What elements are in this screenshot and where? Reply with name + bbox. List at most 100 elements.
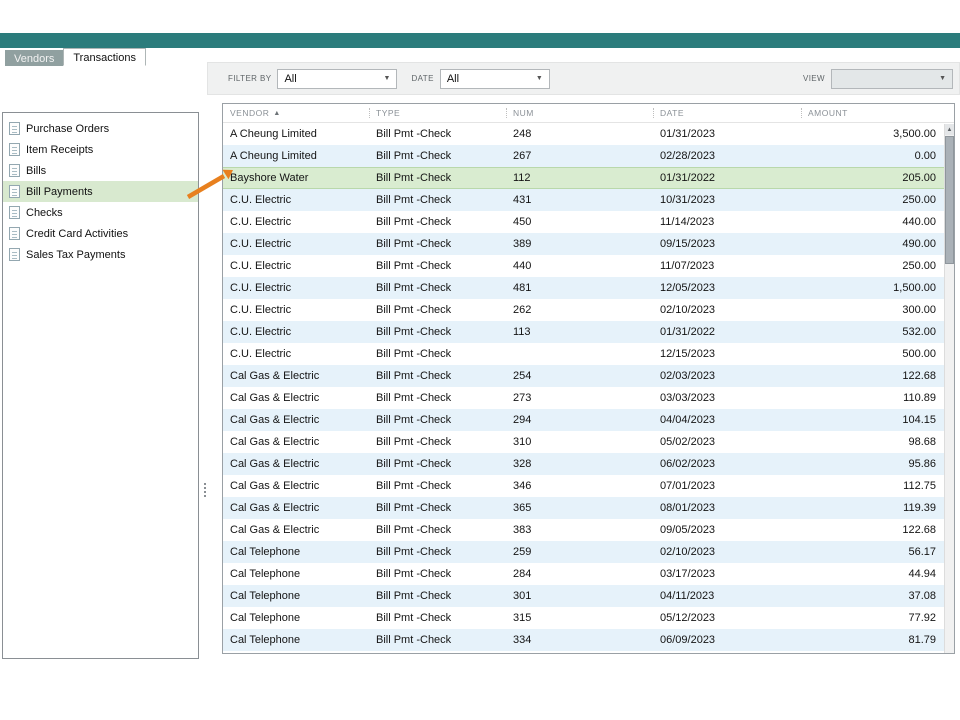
vertical-scrollbar[interactable]: ▲ bbox=[944, 124, 954, 653]
cell-num: 310 bbox=[506, 436, 653, 448]
cell-vendor: C.U. Electric bbox=[223, 238, 369, 250]
cell-date: 02/10/2023 bbox=[653, 304, 801, 316]
table-row[interactable]: C.U. ElectricBill Pmt -Check38909/15/202… bbox=[223, 233, 954, 255]
sidebar-item-checks[interactable]: Checks bbox=[3, 202, 198, 223]
cell-amount: 56.17 bbox=[801, 546, 954, 558]
cell-num: 284 bbox=[506, 568, 653, 580]
table-row[interactable]: C.U. ElectricBill Pmt -Check44011/07/202… bbox=[223, 255, 954, 277]
cell-amount: 500.00 bbox=[801, 348, 954, 360]
table-row[interactable]: Cal TelephoneBill Pmt -Check28403/17/202… bbox=[223, 563, 954, 585]
cell-date: 08/01/2023 bbox=[653, 502, 801, 514]
sidebar-item-purchase-orders[interactable]: Purchase Orders bbox=[3, 118, 198, 139]
table-row[interactable]: Cal Gas & ElectricBill Pmt -Check32806/0… bbox=[223, 453, 954, 475]
cell-type: Bill Pmt -Check bbox=[369, 392, 506, 404]
scrollbar-thumb[interactable] bbox=[945, 136, 954, 264]
cell-type: Bill Pmt -Check bbox=[369, 172, 506, 184]
cell-date: 09/05/2023 bbox=[653, 524, 801, 536]
cell-amount: 3,500.00 bbox=[801, 128, 954, 140]
cell-type: Bill Pmt -Check bbox=[369, 480, 506, 492]
cell-amount: 98.68 bbox=[801, 436, 954, 448]
cell-num: 431 bbox=[506, 194, 653, 206]
view-dropdown[interactable]: ▼ bbox=[831, 69, 953, 89]
sidebar-item-credit-card-activities[interactable]: Credit Card Activities bbox=[3, 223, 198, 244]
table-row[interactable]: Cal Gas & ElectricBill Pmt -Check27303/0… bbox=[223, 387, 954, 409]
cell-type: Bill Pmt -Check bbox=[369, 150, 506, 162]
cell-type: Bill Pmt -Check bbox=[369, 502, 506, 514]
cell-num: 389 bbox=[506, 238, 653, 250]
cell-num: 254 bbox=[506, 370, 653, 382]
top-teal-bar bbox=[0, 33, 960, 48]
cell-date: 05/02/2023 bbox=[653, 436, 801, 448]
date-label: DATE bbox=[411, 74, 433, 83]
table-row[interactable]: C.U. ElectricBill Pmt -Check26202/10/202… bbox=[223, 299, 954, 321]
column-header-date[interactable]: DATE bbox=[653, 104, 801, 122]
table-row[interactable]: C.U. ElectricBill Pmt -Check11301/31/202… bbox=[223, 321, 954, 343]
table-row[interactable]: Cal Gas & ElectricBill Pmt -Check29404/0… bbox=[223, 409, 954, 431]
document-icon bbox=[9, 122, 20, 135]
table-row[interactable]: Cal Gas & ElectricBill Pmt -Check31005/0… bbox=[223, 431, 954, 453]
view-group: VIEW ▼ bbox=[783, 69, 953, 89]
table-row[interactable]: Cal Gas & ElectricBill Pmt -Check36508/0… bbox=[223, 497, 954, 519]
cell-date: 12/15/2023 bbox=[653, 348, 801, 360]
cell-date: 01/31/2022 bbox=[653, 172, 801, 184]
table-row[interactable]: C.U. ElectricBill Pmt -Check45011/14/202… bbox=[223, 211, 954, 233]
cell-amount: 77.92 bbox=[801, 612, 954, 624]
cell-type: Bill Pmt -Check bbox=[369, 436, 506, 448]
cell-date: 01/31/2023 bbox=[653, 128, 801, 140]
cell-amount: 37.08 bbox=[801, 590, 954, 602]
table-row[interactable]: C.U. ElectricBill Pmt -Check48112/05/202… bbox=[223, 277, 954, 299]
sidebar-item-sales-tax-payments[interactable]: Sales Tax Payments bbox=[3, 244, 198, 265]
cell-type: Bill Pmt -Check bbox=[369, 414, 506, 426]
table-row-selected[interactable]: Bayshore WaterBill Pmt -Check11201/31/20… bbox=[223, 167, 954, 189]
cell-date: 04/04/2023 bbox=[653, 414, 801, 426]
cell-vendor: Cal Gas & Electric bbox=[223, 502, 369, 514]
cell-vendor: Cal Gas & Electric bbox=[223, 480, 369, 492]
cell-date: 11/14/2023 bbox=[653, 216, 801, 228]
splitter-grip-icon[interactable] bbox=[204, 483, 206, 499]
filter-by-dropdown[interactable]: All ▼ bbox=[277, 69, 397, 89]
table-row[interactable]: A Cheung LimitedBill Pmt -Check26702/28/… bbox=[223, 145, 954, 167]
cell-vendor: Cal Gas & Electric bbox=[223, 392, 369, 404]
tab-transactions[interactable]: Transactions bbox=[63, 48, 146, 66]
table-row[interactable]: Cal TelephoneBill Pmt -Check33406/09/202… bbox=[223, 629, 954, 651]
cell-amount: 122.68 bbox=[801, 524, 954, 536]
cell-num: 267 bbox=[506, 150, 653, 162]
cell-type: Bill Pmt -Check bbox=[369, 260, 506, 272]
cell-type: Bill Pmt -Check bbox=[369, 458, 506, 470]
cell-num: 481 bbox=[506, 282, 653, 294]
table-row[interactable]: Cal Gas & ElectricBill Pmt -Check38309/0… bbox=[223, 519, 954, 541]
table-row[interactable]: Cal TelephoneBill Pmt -Check31505/12/202… bbox=[223, 607, 954, 629]
cell-vendor: Cal Gas & Electric bbox=[223, 524, 369, 536]
document-icon bbox=[9, 248, 20, 261]
cell-amount: 95.86 bbox=[801, 458, 954, 470]
table-row[interactable]: Cal Gas & ElectricBill Pmt -Check34607/0… bbox=[223, 475, 954, 497]
sidebar-item-item-receipts[interactable]: Item Receipts bbox=[3, 139, 198, 160]
cell-type: Bill Pmt -Check bbox=[369, 238, 506, 250]
column-header-type[interactable]: TYPE bbox=[369, 104, 506, 122]
cell-vendor: Cal Telephone bbox=[223, 568, 369, 580]
filter-by-value: All bbox=[284, 73, 296, 85]
column-header-amount[interactable]: AMOUNT bbox=[801, 104, 954, 122]
date-dropdown[interactable]: All ▼ bbox=[440, 69, 550, 89]
table-row[interactable]: Cal TelephoneBill Pmt -Check25902/10/202… bbox=[223, 541, 954, 563]
date-value: All bbox=[447, 73, 459, 85]
sidebar-item-label: Credit Card Activities bbox=[26, 228, 128, 240]
cell-vendor: Cal Gas & Electric bbox=[223, 436, 369, 448]
table-row[interactable]: Cal TelephoneBill Pmt -Check30104/11/202… bbox=[223, 585, 954, 607]
sidebar-item-bill-payments[interactable]: Bill Payments bbox=[3, 181, 198, 202]
cell-amount: 122.68 bbox=[801, 370, 954, 382]
table-row[interactable]: Cal Gas & ElectricBill Pmt -Check25402/0… bbox=[223, 365, 954, 387]
cell-vendor: Cal Telephone bbox=[223, 612, 369, 624]
column-header-num[interactable]: NUM bbox=[506, 104, 653, 122]
cell-amount: 1,500.00 bbox=[801, 282, 954, 294]
scroll-up-icon[interactable]: ▲ bbox=[945, 124, 954, 135]
table-row[interactable]: A Cheung LimitedBill Pmt -Check24801/31/… bbox=[223, 123, 954, 145]
tab-vendors[interactable]: Vendors bbox=[5, 50, 63, 66]
column-header-vendor[interactable]: VENDOR▲ bbox=[223, 104, 369, 122]
cell-type: Bill Pmt -Check bbox=[369, 546, 506, 558]
table-row[interactable]: C.U. ElectricBill Pmt -Check43110/31/202… bbox=[223, 189, 954, 211]
table-row[interactable]: C.U. ElectricBill Pmt -Check12/15/202350… bbox=[223, 343, 954, 365]
sidebar-item-label: Sales Tax Payments bbox=[26, 249, 125, 261]
sidebar-item-bills[interactable]: Bills bbox=[3, 160, 198, 181]
table-header-row: VENDOR▲TYPENUMDATEAMOUNT bbox=[223, 104, 954, 123]
